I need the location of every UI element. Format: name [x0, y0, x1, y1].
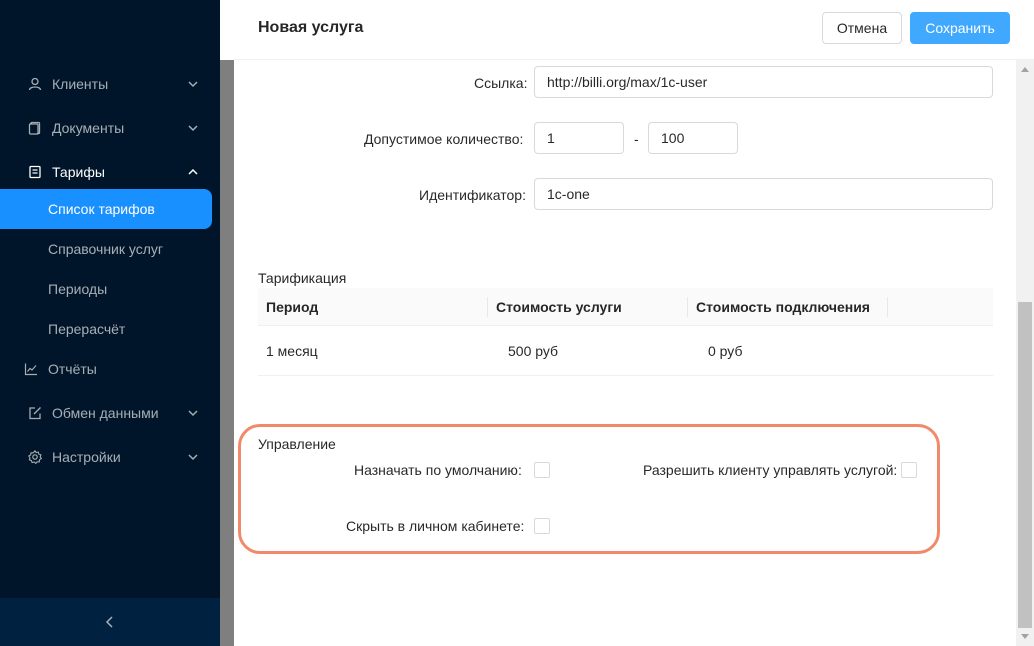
- edit-icon: [29, 407, 41, 420]
- chevron-down-icon: [188, 454, 198, 461]
- quantity-label: Допустимое количество:: [364, 131, 524, 147]
- billing-section-title: Тарификация: [258, 270, 347, 286]
- column-divider: [687, 297, 688, 317]
- sidebar-item-label: Документы: [52, 120, 125, 136]
- highlight-annotation: [238, 424, 940, 554]
- page-overlay[interactable]: [220, 0, 234, 646]
- link-input[interactable]: http://billi.org/max/1c-user: [534, 66, 993, 98]
- sidebar-item-label: Обмен данными: [52, 405, 159, 421]
- column-divider: [487, 297, 488, 317]
- cell-connection-cost: 0 руб: [708, 343, 743, 359]
- sidebar-item-data-exchange[interactable]: Обмен данными: [0, 393, 220, 433]
- sidebar-item-documents[interactable]: Документы: [0, 108, 220, 148]
- scroll-down-icon[interactable]: [1021, 634, 1029, 639]
- sidebar-item-tariffs[interactable]: Тарифы: [0, 152, 220, 192]
- column-header-period: Период: [266, 299, 319, 315]
- sidebar-item-settings[interactable]: Настройки: [0, 437, 220, 477]
- sidebar: Клиенты Документы Тарифы Список тарифов …: [0, 0, 220, 646]
- table-header: Период Стоимость услуги Стоимость подклю…: [258, 288, 993, 326]
- chevron-down-icon: [188, 81, 198, 88]
- sidebar-item-label: Тарифы: [52, 164, 105, 180]
- document-icon: [28, 121, 41, 135]
- sidebar-subitem-periods[interactable]: Периоды: [0, 269, 212, 309]
- chevron-down-icon: [188, 125, 198, 132]
- column-header-service-cost: Стоимость услуги: [496, 299, 622, 315]
- sidebar-subitem-label: Перерасчёт: [48, 321, 126, 337]
- sidebar-item-label: Настройки: [52, 449, 121, 465]
- identifier-label: Идентификатор:: [419, 187, 526, 203]
- identifier-input[interactable]: 1c-one: [534, 178, 993, 210]
- drawer-title: Новая услуга: [258, 19, 364, 36]
- sidebar-subitem-recalculation[interactable]: Перерасчёт: [0, 309, 212, 349]
- quantity-max-input[interactable]: 100: [648, 122, 738, 154]
- column-header-connection-cost: Стоимость подключения: [696, 299, 870, 315]
- chevron-down-icon: [188, 410, 198, 417]
- link-label: Ссылка:: [474, 75, 528, 91]
- sidebar-item-reports[interactable]: Отчёты: [0, 349, 220, 389]
- quantity-separator: -: [634, 131, 639, 147]
- cell-service-cost: 500 руб: [508, 343, 559, 359]
- cell-period: 1 месяц: [266, 343, 318, 359]
- sidebar-item-label: Отчёты: [48, 361, 97, 377]
- scrollbar-thumb[interactable]: [1018, 302, 1032, 628]
- sidebar-item-label: Клиенты: [52, 76, 109, 92]
- column-divider: [887, 297, 888, 317]
- chevron-left-icon: [105, 616, 113, 628]
- sidebar-subitem-label: Список тарифов: [48, 201, 155, 217]
- save-button[interactable]: Сохранить: [910, 12, 1010, 44]
- sidebar-collapse-button[interactable]: [0, 598, 220, 646]
- tariff-icon: [29, 165, 41, 179]
- user-icon: [28, 77, 42, 91]
- sidebar-subitem-services-directory[interactable]: Справочник услуг: [0, 229, 212, 269]
- cancel-button[interactable]: Отмена: [822, 12, 902, 44]
- sidebar-subitem-tariff-list[interactable]: Список тарифов: [0, 189, 212, 229]
- sidebar-subitem-label: Периоды: [48, 281, 108, 297]
- chevron-up-icon: [188, 168, 198, 175]
- table-row[interactable]: 1 месяц 500 руб 0 руб: [258, 326, 993, 376]
- gear-icon: [28, 450, 42, 464]
- line-chart-icon: [24, 363, 37, 376]
- sidebar-item-clients[interactable]: Клиенты: [0, 64, 220, 104]
- scroll-up-icon[interactable]: [1021, 67, 1029, 72]
- quantity-min-input[interactable]: 1: [534, 122, 624, 154]
- drawer-header: Новая услуга Отмена Сохранить: [234, 0, 1034, 60]
- sidebar-subitem-label: Справочник услуг: [48, 241, 164, 257]
- header-background: [220, 0, 234, 60]
